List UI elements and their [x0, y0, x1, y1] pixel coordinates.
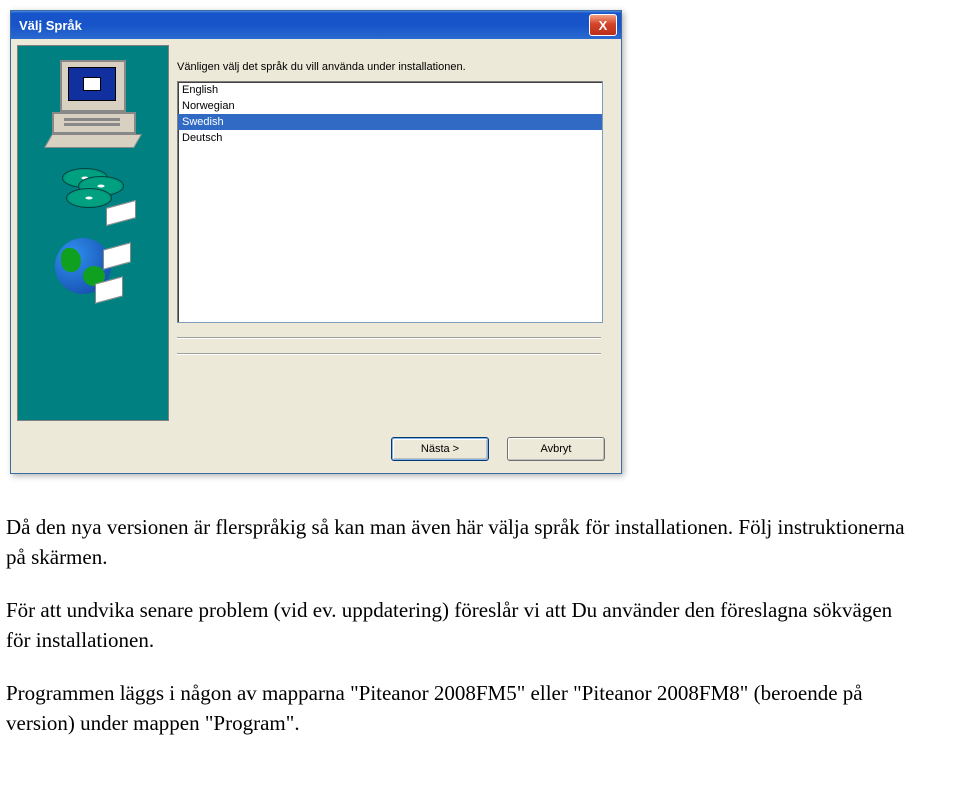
titlebar: Välj Språk X: [11, 11, 621, 39]
dialog-title: Välj Språk: [19, 18, 82, 33]
computer-icon: [48, 60, 138, 150]
dialog-body: Vänligen välj det språk du vill använda …: [11, 39, 621, 427]
button-row: Nästa > Avbryt: [11, 427, 621, 473]
language-option[interactable]: Norwegian: [178, 98, 602, 114]
next-button[interactable]: Nästa >: [391, 437, 489, 461]
next-button-label: Nästa >: [421, 443, 459, 455]
paragraph: Då den nya versionen är flerspråkig så k…: [6, 512, 914, 573]
main-panel: Vänligen välj det språk du vill använda …: [175, 45, 615, 421]
paragraph: För att undvika senare problem (vid ev. …: [6, 595, 914, 656]
language-dialog: Välj Språk X: [10, 10, 622, 474]
cancel-button[interactable]: Avbryt: [507, 437, 605, 461]
separator: [177, 337, 601, 339]
cd-icon: [58, 168, 128, 216]
close-button[interactable]: X: [589, 14, 617, 36]
paragraph: Programmen läggs i någon av mapparna "Pi…: [6, 678, 914, 739]
globe-icon: [53, 234, 133, 314]
separator-group: [177, 337, 601, 355]
page: Välj Språk X: [0, 10, 960, 801]
language-listbox[interactable]: EnglishNorwegianSwedishDeutsch: [177, 81, 603, 323]
cancel-button-label: Avbryt: [541, 443, 572, 455]
separator: [177, 353, 601, 355]
close-icon: X: [599, 19, 608, 32]
instruction-text: Vänligen välj det språk du vill använda …: [177, 61, 601, 73]
language-option[interactable]: Deutsch: [178, 130, 602, 146]
document-text: Då den nya versionen är flerspråkig så k…: [6, 512, 914, 739]
wizard-sidebar: [17, 45, 169, 421]
language-option[interactable]: English: [178, 82, 602, 98]
language-option[interactable]: Swedish: [178, 114, 602, 130]
